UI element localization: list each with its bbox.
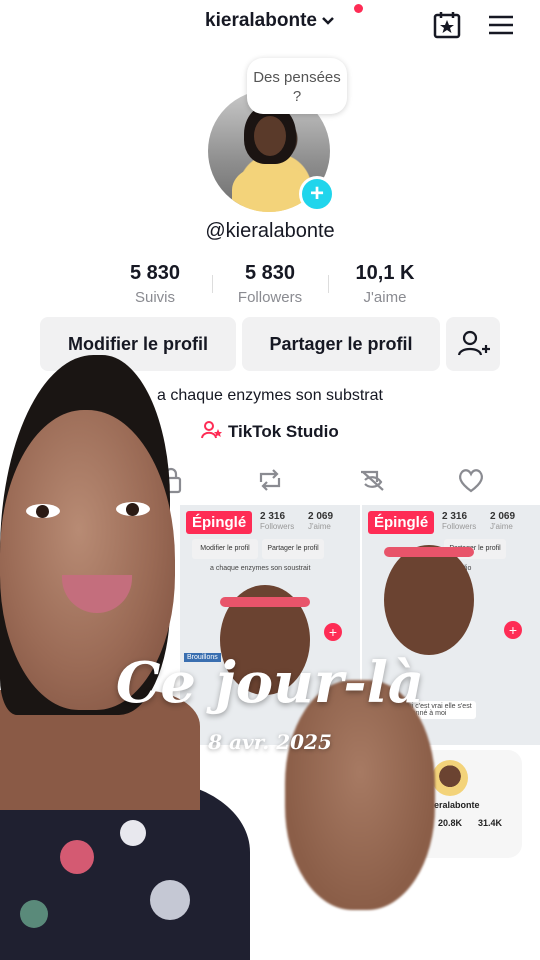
tile-stat: 2 316 Followers	[260, 511, 294, 531]
tile-stat: 2 316 Followers	[442, 511, 476, 531]
notification-dot	[354, 4, 363, 13]
tile-stat-value: 2 069	[308, 511, 334, 522]
memory-title: Ce jour-là	[115, 650, 425, 716]
card-stat-likes: 31.4K	[478, 818, 503, 828]
add-user-icon	[446, 330, 500, 375]
stat-followers-value: 5 830	[244, 262, 296, 284]
profile-handle: @kieralabonte	[205, 220, 335, 242]
card-stat-followers: 20.8K	[438, 818, 463, 828]
repost-icon[interactable]	[255, 466, 285, 494]
tile-headband	[384, 547, 474, 557]
tile-stat: 2 069 J'aime	[490, 511, 515, 531]
studio-label: TikTok Studio	[227, 422, 339, 441]
stat-followers-label: Followers	[237, 289, 303, 306]
tile-stat: 2 069 J'aime	[308, 511, 333, 531]
tile-plus-icon: +	[504, 621, 522, 639]
pinned-badge: Épinglé	[186, 511, 253, 534]
tile-plus-icon: +	[324, 623, 342, 641]
thoughts-bubble[interactable]: Des pensées ?	[247, 58, 347, 114]
hidden-eye-icon[interactable]	[357, 466, 387, 494]
heart-icon[interactable]	[456, 466, 486, 494]
memory-date: 8 avr. 2025	[208, 730, 332, 754]
tile-stat-value: 2 069	[490, 511, 516, 522]
add-story-button[interactable]: +	[299, 176, 335, 212]
tile-headband	[220, 597, 310, 607]
chevron-down-icon	[321, 10, 335, 32]
card-avatar	[432, 760, 468, 796]
calendar-star-icon[interactable]	[430, 10, 464, 40]
tile-stat-label: J'aime	[308, 522, 331, 531]
stat-following-value: 5 830	[129, 262, 181, 284]
pinned-badge: Épinglé	[368, 511, 435, 534]
stat-following[interactable]: 5 830 Suivis	[95, 262, 215, 306]
tile-share-button: Partager le profil	[262, 539, 324, 559]
hamburger-menu-icon[interactable]	[486, 12, 516, 38]
tile-stat-value: 2 316	[442, 511, 468, 522]
stat-likes-value: 10,1 K	[355, 262, 415, 284]
add-friend-button[interactable]	[446, 317, 500, 371]
stat-followers[interactable]: 5 830 Followers	[210, 262, 330, 306]
stat-likes[interactable]: 10,1 K J'aime	[325, 262, 445, 306]
tile-stat-label: Followers	[260, 522, 295, 531]
stat-following-label: Suivis	[134, 289, 175, 306]
studio-icon	[201, 421, 223, 441]
username-label: kieralabonte	[205, 10, 317, 32]
tile-stat-label: Followers	[442, 522, 477, 531]
tile-person	[384, 545, 474, 655]
share-profile-button[interactable]: Partager le profil	[242, 317, 440, 371]
tile-edit-button: Modifier le profil	[192, 539, 258, 559]
tile-caption: a chaque enzymes son soustrait	[210, 565, 311, 572]
tile-stat-label: J'aime	[490, 522, 513, 531]
tile-stat-value: 2 316	[260, 511, 286, 522]
stat-likes-label: J'aime	[363, 289, 407, 306]
